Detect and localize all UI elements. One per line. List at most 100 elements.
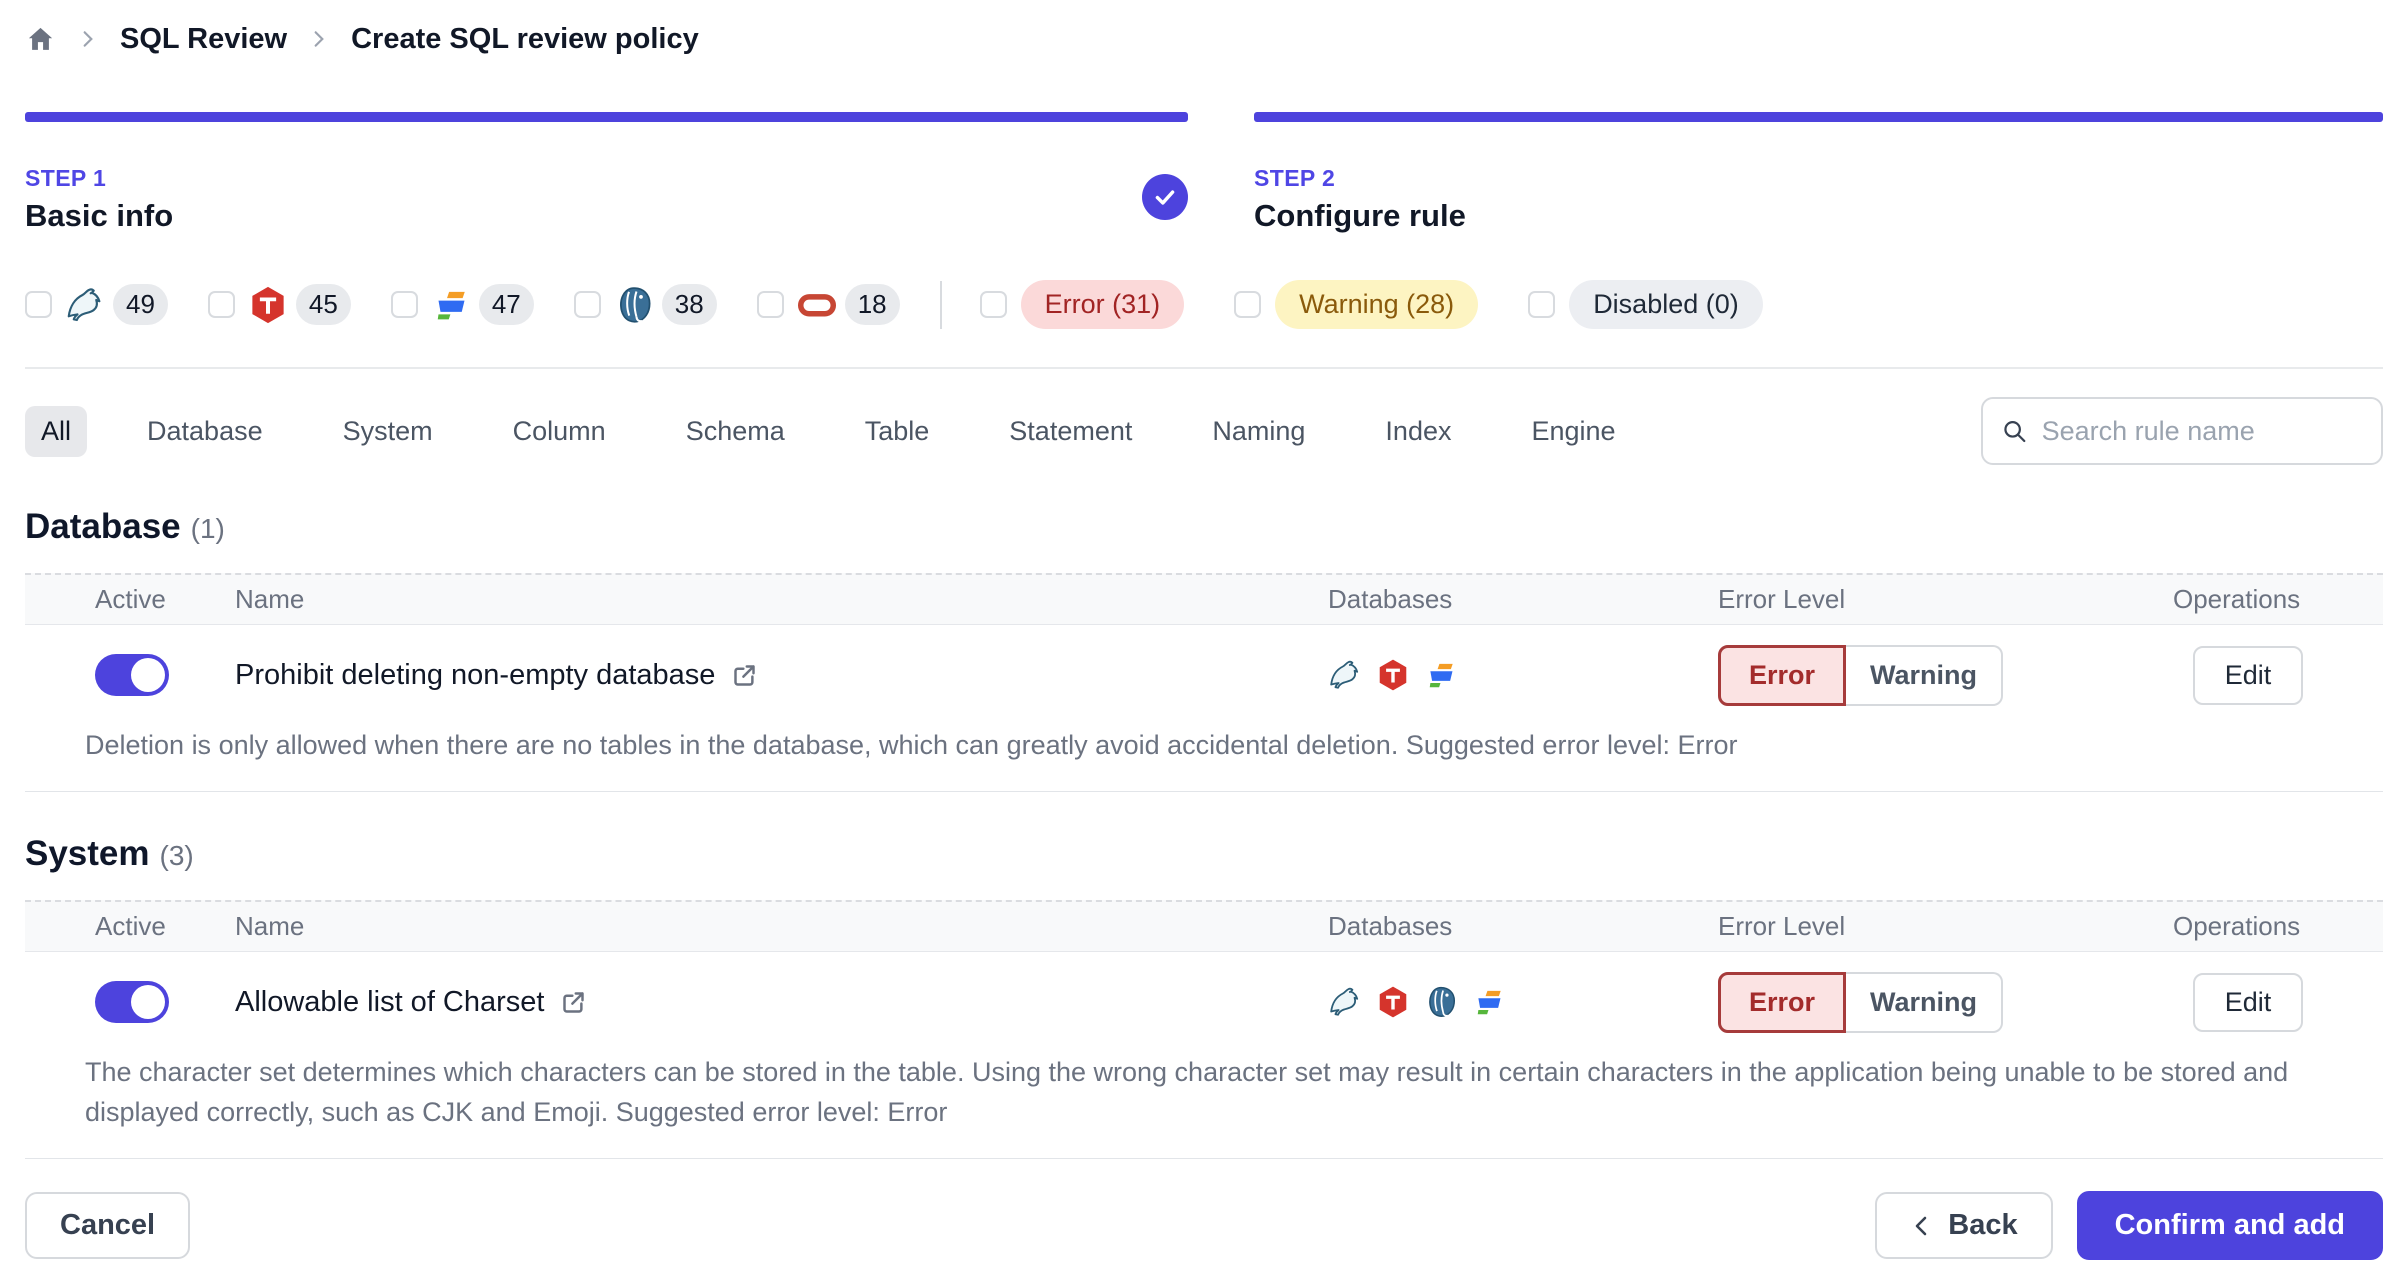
mysql-filter-checkbox[interactable] — [25, 291, 52, 318]
postgresql-icon — [614, 285, 654, 325]
tab-engine[interactable]: Engine — [1515, 406, 1631, 457]
external-link-icon[interactable] — [560, 989, 587, 1016]
table-row: Allowable list of Charset Error Warning … — [25, 952, 2383, 1052]
oceanbase-filter-checkbox[interactable] — [390, 291, 418, 318]
mysql-count-badge: 49 — [113, 284, 168, 325]
filter-bar: 49 45 47 38 18 Error (31) Warning (28) D… — [25, 280, 2383, 329]
tab-system[interactable]: System — [327, 406, 449, 457]
table-header-row: Active Name Databases Error Level Operat… — [25, 573, 2383, 625]
tidb-filter-checkbox[interactable] — [207, 291, 235, 318]
tab-column[interactable]: Column — [497, 406, 622, 457]
step-1-title: Basic info — [25, 198, 174, 233]
section-count: (1) — [190, 513, 225, 544]
rule-active-toggle[interactable] — [95, 654, 169, 696]
filter-oceanbase: 47 — [390, 284, 534, 325]
category-tabs: All Database System Column Schema Table … — [25, 397, 2383, 465]
tidb-icon — [1376, 985, 1410, 1019]
error-level-warning-button[interactable]: Warning — [1846, 644, 2004, 706]
tab-naming[interactable]: Naming — [1196, 406, 1321, 457]
oracle-icon — [797, 285, 837, 325]
tab-database[interactable]: Database — [131, 406, 279, 457]
oceanbase-icon — [1472, 985, 1506, 1019]
rule-databases — [1328, 658, 1718, 692]
confirm-and-add-button[interactable]: Confirm and add — [2076, 1191, 2383, 1260]
tab-table[interactable]: Table — [849, 406, 946, 457]
footer-action-bar: Cancel Back Confirm and add — [25, 1191, 2383, 1260]
chevron-left-icon — [1915, 1216, 1927, 1235]
col-name: Name — [235, 911, 305, 941]
back-button[interactable]: Back — [1875, 1192, 2053, 1259]
col-operations: Operations — [2173, 584, 2301, 614]
error-count-pill[interactable]: Error (31) — [1020, 280, 1185, 329]
cancel-button[interactable]: Cancel — [25, 1192, 191, 1259]
external-link-icon[interactable] — [731, 662, 758, 689]
col-name: Name — [235, 584, 305, 614]
rule-databases — [1328, 985, 1718, 1019]
stepper: STEP 1 Basic info STEP 2 Configure rule — [25, 112, 2383, 234]
filter-postgresql: 38 — [573, 284, 717, 325]
edit-button[interactable]: Edit — [2192, 972, 2304, 1032]
error-filter-checkbox[interactable] — [979, 291, 1007, 318]
filter-mysql: 49 — [25, 284, 168, 325]
tab-statement[interactable]: Statement — [993, 406, 1148, 457]
tidb-icon — [248, 285, 288, 325]
error-level-segmented-control: Error Warning — [1718, 971, 2173, 1033]
search-rule-box — [1981, 397, 2383, 465]
section-divider — [25, 367, 2383, 369]
chevron-right-icon — [309, 29, 329, 49]
rule-name: Prohibit deleting non-empty database — [235, 658, 716, 691]
back-button-label: Back — [1948, 1209, 2018, 1241]
filter-divider — [939, 280, 942, 329]
table-row: Prohibit deleting non-empty database Err… — [25, 625, 2383, 725]
search-rule-input[interactable] — [2041, 415, 2363, 447]
col-error-level: Error Level — [1718, 911, 1846, 941]
mysql-icon — [65, 285, 105, 325]
col-databases: Databases — [1328, 584, 1453, 614]
tab-index[interactable]: Index — [1369, 406, 1467, 457]
postgresql-count-badge: 38 — [661, 284, 717, 325]
disabled-count-pill[interactable]: Disabled (0) — [1569, 280, 1763, 329]
postgresql-filter-checkbox[interactable] — [573, 291, 601, 318]
step-2-title: Configure rule — [1254, 198, 1466, 233]
postgresql-icon — [1424, 985, 1458, 1019]
tab-all[interactable]: All — [25, 405, 88, 457]
filter-tidb: 45 — [207, 284, 351, 325]
search-icon — [2004, 421, 2026, 443]
col-operations: Operations — [2173, 911, 2301, 941]
oceanbase-count-badge: 47 — [478, 284, 534, 325]
edit-button[interactable]: Edit — [2192, 645, 2304, 705]
database-rules-table: Active Name Databases Error Level Operat… — [25, 573, 2383, 792]
step-2: STEP 2 Configure rule — [1254, 112, 2383, 234]
section-title-text: System — [25, 834, 150, 873]
warning-filter-checkbox[interactable] — [1234, 291, 1262, 318]
disabled-filter-checkbox[interactable] — [1528, 291, 1556, 318]
table-header-row: Active Name Databases Error Level Operat… — [25, 900, 2383, 952]
rule-description: The character set determines which chara… — [25, 1052, 2383, 1159]
chevron-right-icon — [78, 29, 98, 49]
rule-name: Allowable list of Charset — [235, 985, 545, 1018]
breadcrumb: SQL Review Create SQL review policy — [25, 16, 2383, 62]
tab-schema[interactable]: Schema — [670, 406, 801, 457]
oracle-filter-checkbox[interactable] — [756, 291, 784, 318]
warning-count-pill[interactable]: Warning (28) — [1275, 280, 1479, 329]
col-databases: Databases — [1328, 911, 1453, 941]
error-level-error-button[interactable]: Error — [1718, 644, 1847, 706]
step-2-progress-bar — [1254, 112, 2383, 122]
error-level-segmented-control: Error Warning — [1718, 644, 2173, 706]
breadcrumb-sql-review[interactable]: SQL Review — [120, 23, 287, 56]
error-level-error-button[interactable]: Error — [1718, 971, 1847, 1033]
col-active: Active — [95, 911, 166, 941]
error-level-warning-button[interactable]: Warning — [1846, 971, 2004, 1033]
rule-active-toggle[interactable] — [95, 981, 169, 1023]
step-1-label: STEP 1 — [25, 165, 107, 191]
filter-disabled-level: Disabled (0) — [1528, 280, 1763, 329]
mysql-icon — [1328, 985, 1362, 1019]
home-icon[interactable] — [25, 24, 56, 55]
section-count: (3) — [159, 840, 194, 871]
step-1-progress-bar — [25, 112, 1188, 122]
mysql-icon — [1328, 658, 1362, 692]
col-active: Active — [95, 584, 166, 614]
rule-description: Deletion is only allowed when there are … — [25, 725, 2383, 792]
breadcrumb-current-page: Create SQL review policy — [351, 22, 699, 55]
system-rules-table: Active Name Databases Error Level Operat… — [25, 900, 2383, 1159]
